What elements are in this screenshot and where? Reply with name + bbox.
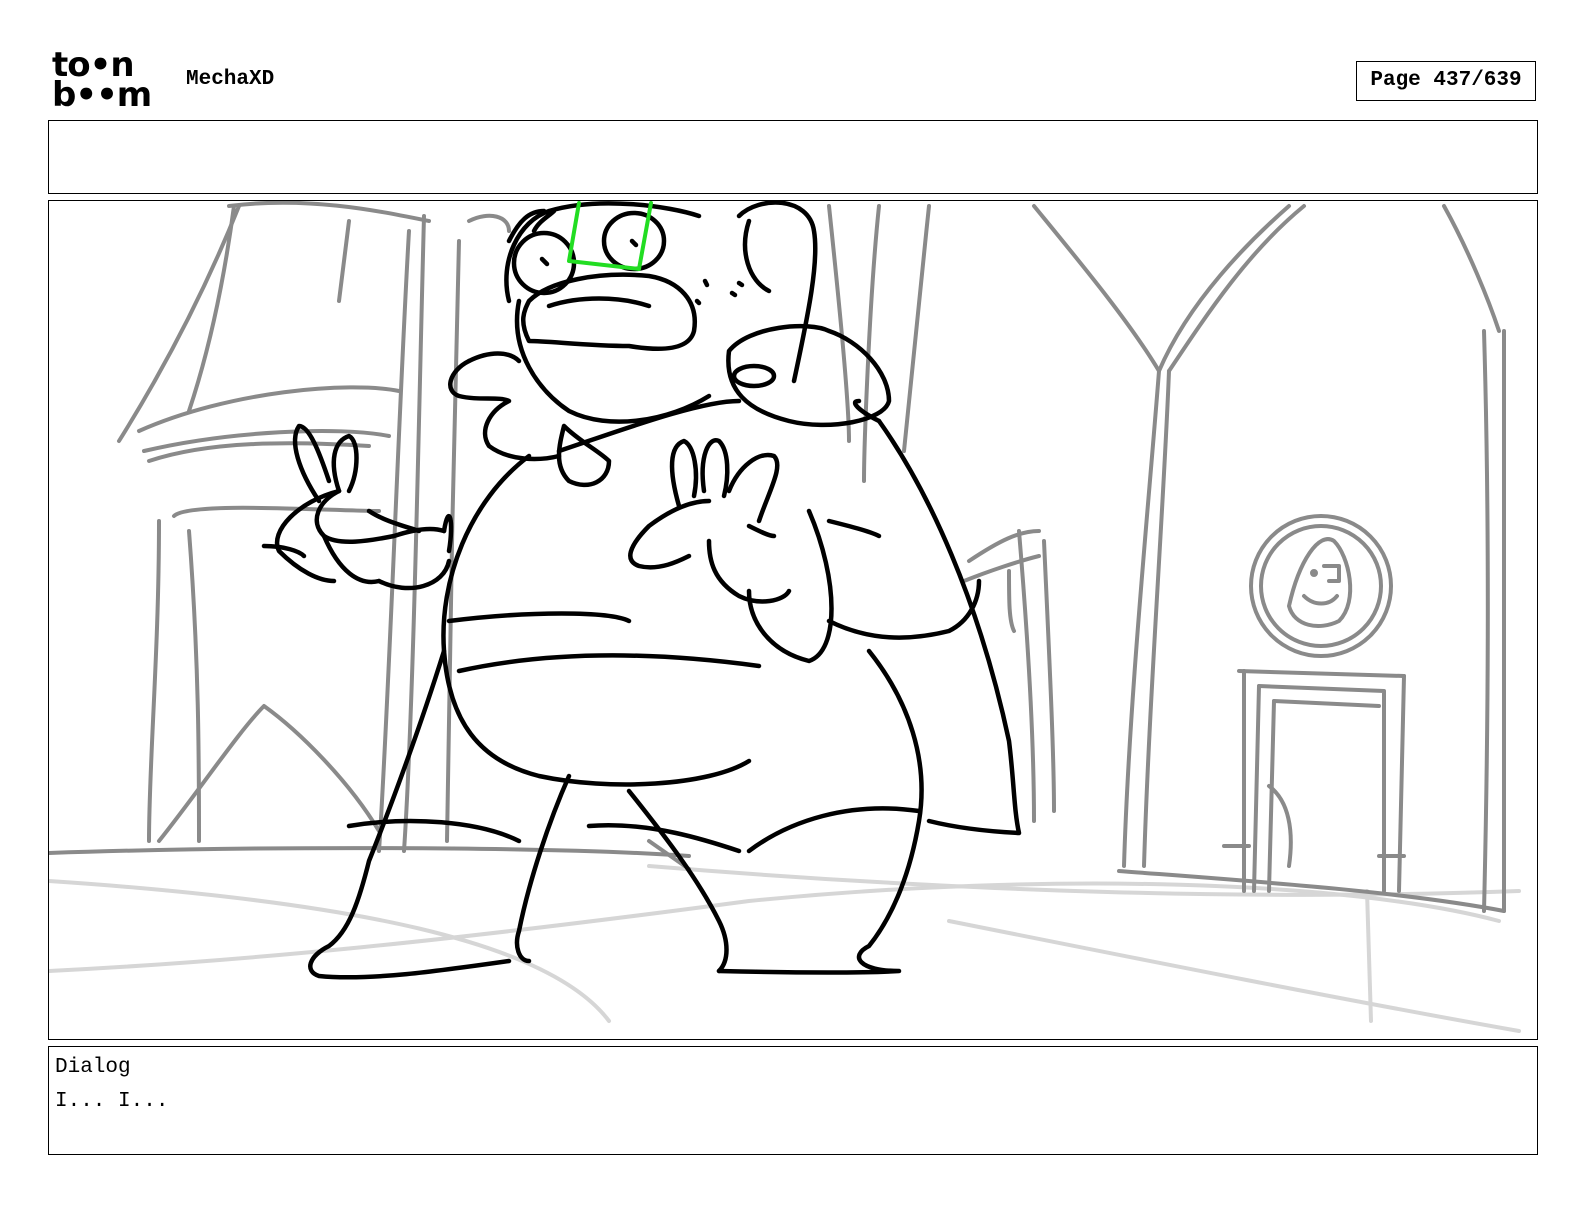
dialog-label: Dialog (55, 1056, 131, 1079)
background-lines (49, 201, 1507, 913)
notes-box (48, 120, 1538, 194)
dialog-text: I... I... (55, 1090, 169, 1113)
project-title: MechaXD (186, 68, 275, 91)
dialog-box: Dialog I... I... (48, 1046, 1538, 1155)
page-counter: Page 437/639 (1356, 61, 1536, 101)
character-lines (261, 201, 1022, 980)
floor-lines (49, 864, 1521, 1033)
logo-line-bottom: b••m (52, 75, 152, 115)
toonboom-logo: to•n b••m (52, 48, 164, 115)
storyboard-panel (48, 200, 1538, 1040)
panel-sketch (49, 201, 1521, 1033)
